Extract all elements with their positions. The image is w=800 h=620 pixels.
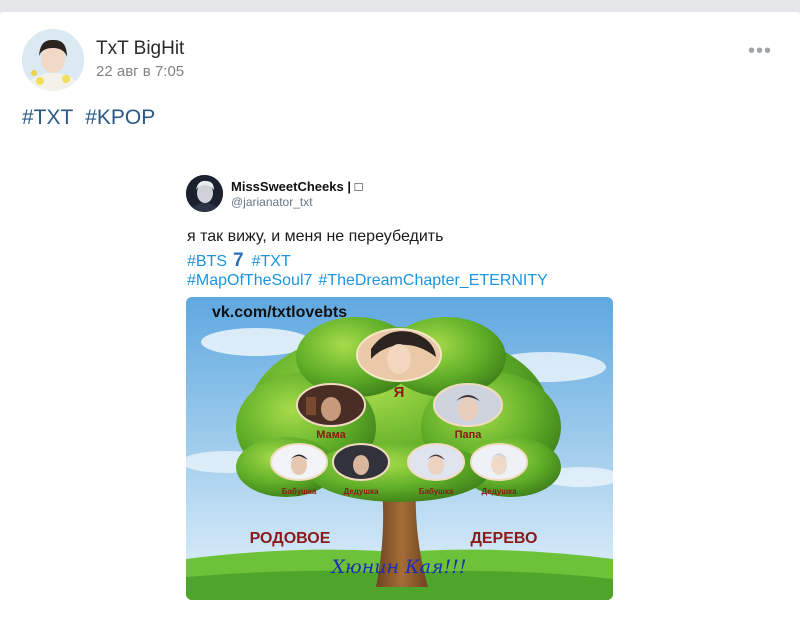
portrait-grandpa-2: [470, 443, 528, 481]
family-tree-image[interactable]: vk.com/txtlovebts Я Мама Папа Бабушка Де…: [186, 297, 613, 600]
author-name[interactable]: TxT BigHit: [96, 38, 184, 60]
label-grandma-1: Бабушка: [282, 487, 317, 496]
label-me: Я: [394, 384, 405, 401]
author-avatar[interactable]: [22, 29, 84, 91]
portrait-mom: [296, 383, 366, 427]
label-grandpa-2: Дедушка: [482, 487, 518, 496]
title-right: ДЕРЕВО: [470, 530, 537, 547]
tweet-avatar: [186, 175, 223, 212]
seven-emoji: 7: [233, 250, 244, 271]
tweet-avatar-image: [186, 175, 223, 212]
signature-text: Хюнин Кая!!!: [329, 556, 466, 578]
watermark-text: vk.com/txtlovebts: [212, 304, 347, 321]
more-options-icon[interactable]: •••: [748, 40, 772, 63]
portrait-dad: [433, 383, 503, 427]
post-date[interactable]: 22 авг в 7:05: [96, 63, 184, 80]
tweet-text: я так вижу, и меня не переубедить: [187, 228, 444, 245]
label-grandma-2: Бабушка: [419, 487, 454, 496]
tweet-hashtags-line-2: #MapOfTheSoul7 #TheDreamChapter_ETERNITY: [187, 272, 554, 290]
portrait-grandma-2: [407, 443, 465, 481]
feed-top-bar: [0, 0, 800, 12]
hashtag-txt-tweet[interactable]: #TXT: [252, 253, 291, 270]
label-dad: Папа: [455, 429, 483, 441]
tweet-author-name: MissSweetCheeks | □: [231, 179, 363, 194]
hashtag-thedreamchapter[interactable]: #TheDreamChapter_ETERNITY: [318, 272, 547, 289]
family-tree-illustration: vk.com/txtlovebts Я Мама Папа Бабушка Де…: [186, 297, 613, 600]
hashtag-bts[interactable]: #BTS: [187, 253, 227, 270]
portrait-grandma-1: [270, 443, 328, 481]
hashtag-txt[interactable]: #TXT: [22, 106, 73, 129]
label-mom: Мама: [316, 429, 346, 441]
label-grandpa-1: Дедушка: [344, 487, 380, 496]
hashtag-mapofthesoul7[interactable]: #MapOfTheSoul7: [187, 272, 312, 289]
avatar-image: [22, 29, 84, 91]
title-left: РОДОВОЕ: [250, 530, 331, 547]
hashtag-kpop[interactable]: #KPOP: [85, 106, 155, 129]
post-hashtags: #TXT #KPOP: [22, 106, 161, 130]
tweet-hashtags-line-1: #BTS 7 #TXT: [187, 250, 297, 272]
portrait-me: [356, 328, 442, 382]
tweet-author-handle: @jarianator_txt: [231, 195, 313, 209]
portrait-grandpa-1: [332, 443, 390, 481]
